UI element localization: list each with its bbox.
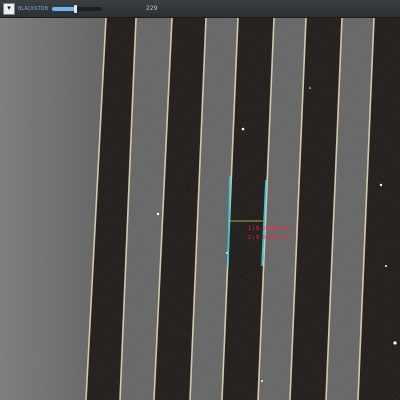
measurement-line-1: 1 | 5: 0.0856 um (248, 226, 290, 232)
slider-spacer (105, 7, 143, 11)
microscope-image[interactable]: 1 | 5: 0.0856 um 2 | 5: 0.0856 um (0, 18, 400, 400)
slider-value: 229 (146, 5, 158, 12)
toolbar: ▾ BLACKSTOB 229 (0, 0, 400, 18)
brightness-slider[interactable] (52, 4, 103, 13)
dropdown-button[interactable]: ▾ (3, 2, 15, 15)
chevron-down-icon: ▾ (7, 4, 11, 12)
measurement-line-2: 2 | 5: 0.0856 um (248, 235, 290, 241)
slider-fill (52, 6, 75, 11)
slider-label: BLACKSTOB (18, 5, 49, 12)
texture-overlay (0, 18, 400, 400)
slider-thumb[interactable] (73, 4, 77, 13)
image-viewer: ▾ BLACKSTOB 229 1 | 5: 0.0856 um 2 | 5: … (0, 0, 400, 400)
